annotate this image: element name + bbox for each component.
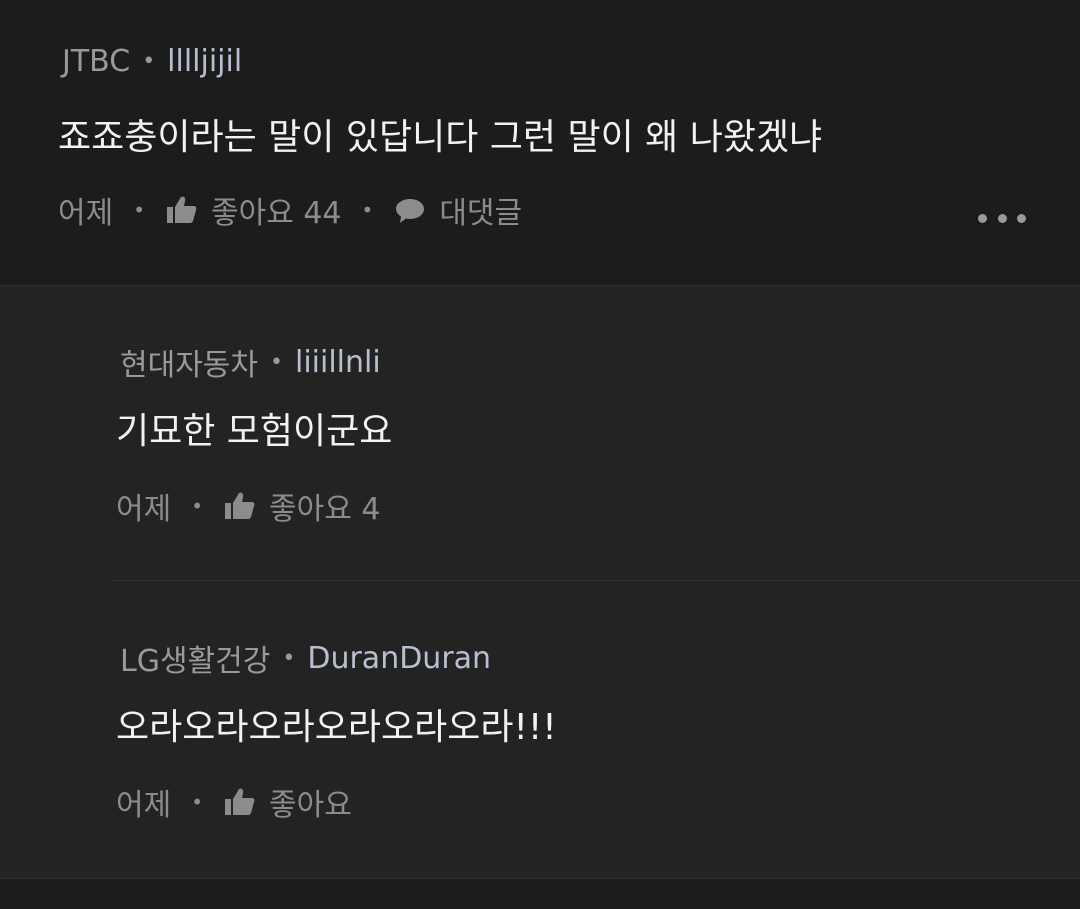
more-horizontal-icon-dot xyxy=(997,213,1007,223)
reply-actions: 어제 • 좋아요 4 xyxy=(116,484,380,528)
author-nickname[interactable]: DuranDuran xyxy=(307,641,491,676)
like-button[interactable]: 좋아요 4 xyxy=(223,484,380,528)
more-options-button[interactable] xyxy=(978,208,1026,228)
reply-author-line: LG생활건강 • DuranDuran xyxy=(120,636,491,680)
like-button[interactable]: 좋아요 44 xyxy=(165,188,342,232)
separator-dot: • xyxy=(270,349,283,375)
speech-bubble-icon xyxy=(393,195,427,225)
separator-dot: • xyxy=(191,494,203,518)
like-button[interactable]: 좋아요 xyxy=(223,780,352,824)
reply-actions: 어제 • 좋아요 xyxy=(116,780,352,824)
more-horizontal-icon xyxy=(978,213,987,223)
more-horizontal-icon-dot xyxy=(1017,213,1026,223)
replies-section: 현대자동차 • liiillnli 기묘한 모험이군요 어제 • 좋아요 4 L… xyxy=(0,286,1080,879)
thumbs-up-icon xyxy=(223,491,257,521)
author-nickname[interactable]: lllljijil xyxy=(167,44,242,79)
author-company[interactable]: 현대자동차 xyxy=(120,340,258,384)
bottom-area xyxy=(0,879,1080,909)
separator-dot: • xyxy=(282,645,296,671)
author-company[interactable]: JTBC xyxy=(62,44,130,79)
author-company[interactable]: LG생활건강 xyxy=(120,636,270,680)
like-count: 좋아요 xyxy=(269,788,352,823)
comment-text: 죠죠충이라는 말이 있답니다 그런 말이 왜 나왔겠냐 xyxy=(58,117,823,158)
reply-text: 기묘한 모험이군요 xyxy=(116,411,393,452)
separator-dot: • xyxy=(142,49,156,74)
author-nickname[interactable]: liiillnli xyxy=(295,345,381,380)
reply-button[interactable]: 대댓글 xyxy=(393,188,522,232)
comment-item: JTBC • lllljijil 죠죠충이라는 말이 있답니다 그런 말이 왜 … xyxy=(0,0,1080,286)
comment-thread: JTBC • lllljijil 죠죠충이라는 말이 있답니다 그런 말이 왜 … xyxy=(0,0,1080,909)
like-count: 좋아요 4 xyxy=(269,492,381,527)
thumbs-up-icon xyxy=(165,195,199,225)
reply-time: 어제 xyxy=(116,492,172,527)
reply-label: 대댓글 xyxy=(439,196,523,231)
separator-dot: • xyxy=(133,198,145,222)
reply-divider xyxy=(114,580,1080,581)
like-count: 좋아요 44 xyxy=(211,196,342,231)
reply-time: 어제 xyxy=(116,788,172,823)
separator-dot: • xyxy=(191,790,203,814)
separator-dot: • xyxy=(361,198,374,222)
reply-author-line: 현대자동차 • liiillnli xyxy=(120,340,381,384)
thumbs-up-icon xyxy=(223,787,257,817)
reply-text: 오라오라오라오라오라오라!!! xyxy=(116,707,557,748)
comment-actions: 어제 • 좋아요 44 • 대댓글 xyxy=(58,188,522,232)
comment-author-line: JTBC • lllljijil xyxy=(62,44,242,79)
comment-time: 어제 xyxy=(58,196,114,231)
